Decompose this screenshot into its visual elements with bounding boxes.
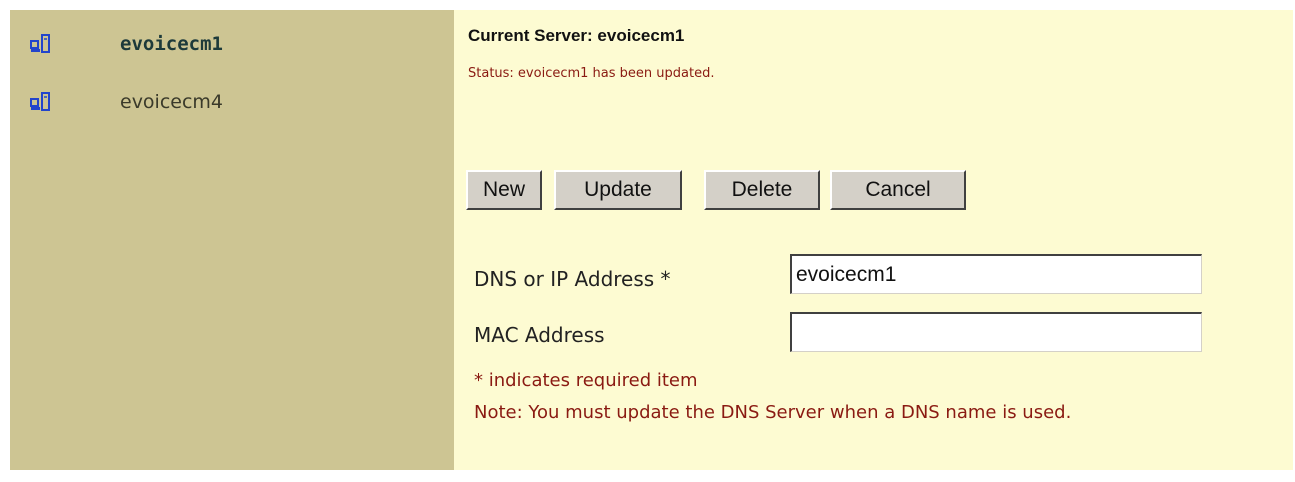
dns-address-input[interactable] [790, 254, 1202, 294]
server-icon [30, 34, 52, 54]
server-icon [30, 92, 52, 112]
server-name: evoicecm1 [120, 33, 223, 55]
dns-address-label: DNS or IP Address * [474, 267, 671, 291]
required-item-note: * indicates required item [474, 370, 698, 391]
dns-server-note: Note: You must update the DNS Server whe… [474, 402, 1072, 423]
current-server-title: Current Server: evoicecm1 [468, 26, 685, 45]
cancel-button[interactable]: Cancel [830, 170, 966, 210]
server-list-item-evoicecm1[interactable]: evoicecm1 [30, 33, 223, 55]
server-list-sidebar: evoicecm1 evoicecm4 [10, 10, 454, 470]
update-button[interactable]: Update [554, 170, 682, 210]
server-detail-panel: Current Server: evoicecm1 Status: evoice… [454, 10, 1293, 470]
status-message: Status: evoicecm1 has been updated. [468, 66, 715, 81]
server-name: evoicecm4 [120, 91, 224, 113]
delete-button[interactable]: Delete [704, 170, 820, 210]
new-button[interactable]: New [466, 170, 542, 210]
mac-address-label: MAC Address [474, 323, 605, 347]
server-list-item-evoicecm4[interactable]: evoicecm4 [30, 91, 223, 113]
server-admin-window: evoicecm1 evoicecm4 Current Server: evoi… [10, 10, 1293, 470]
mac-address-input[interactable] [790, 312, 1202, 352]
